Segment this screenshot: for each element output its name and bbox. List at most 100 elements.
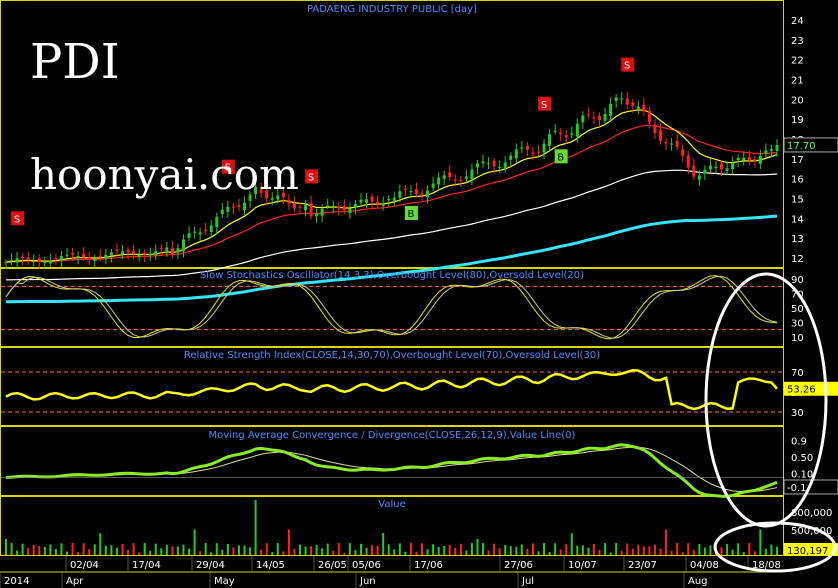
candle-body <box>575 123 579 137</box>
signal-label: B <box>557 152 564 163</box>
volume-bar <box>498 548 501 555</box>
volume-bar <box>509 546 512 555</box>
x-month-label: Apr <box>66 576 84 587</box>
volume-bar <box>470 543 473 555</box>
x-date-label: 17/06 <box>414 560 443 571</box>
volume-bar <box>43 546 46 555</box>
x-date-label: 17/04 <box>132 560 161 571</box>
macd-title: Moving Average Convergence / Divergence(… <box>209 430 576 441</box>
volume-bar <box>398 543 401 555</box>
candle-body <box>609 103 613 116</box>
candle-body <box>32 261 36 263</box>
candle-body <box>581 115 585 123</box>
volume-bar <box>232 547 235 555</box>
candle-body <box>520 147 524 149</box>
candle-body <box>681 149 685 156</box>
candle-body <box>215 216 219 228</box>
candle-body <box>82 253 86 258</box>
volume-bar <box>493 543 496 555</box>
x-month-label: May <box>214 576 235 587</box>
volume-bar <box>121 543 124 555</box>
candle-body <box>758 155 762 164</box>
volume-bar <box>570 533 573 555</box>
x-date-label: 26/05 <box>318 560 347 571</box>
chart-window: SSSBSBS2423222120191817161514131217.70PA… <box>0 0 838 588</box>
volume-bar <box>692 549 695 555</box>
candle-body <box>365 199 369 203</box>
volume-bar <box>737 543 740 555</box>
volume-bar <box>71 543 74 555</box>
price-tick-label: 19 <box>791 115 804 126</box>
volume-bar <box>770 544 773 555</box>
volume-bar <box>742 552 745 555</box>
volume-bar <box>21 543 24 555</box>
volume-bar <box>726 544 729 555</box>
candle-body <box>209 225 213 233</box>
candle-body <box>198 232 202 235</box>
candle-body <box>636 106 640 109</box>
candle-body <box>647 110 651 122</box>
volume-bar <box>642 546 645 555</box>
volume-bar <box>359 543 362 555</box>
x-date-label: 02/04 <box>70 560 99 571</box>
price-tick-label: 23 <box>791 36 804 47</box>
candle-body <box>71 252 75 255</box>
volume-bar <box>387 544 390 555</box>
candle-body <box>642 104 646 112</box>
candle-body <box>204 229 208 232</box>
volume-bar <box>343 552 346 555</box>
volume-bar <box>615 543 618 555</box>
candle-body <box>675 140 679 147</box>
candle-body <box>564 134 568 138</box>
candle-body <box>43 262 47 264</box>
candle-body <box>398 191 402 198</box>
macd-tick-label: 0.50 <box>791 453 813 464</box>
candle-body <box>120 251 124 254</box>
volume-bar <box>504 544 507 555</box>
x-date-label: 27/06 <box>504 560 533 571</box>
rsi-line <box>5 368 778 411</box>
volume-bar <box>154 543 157 555</box>
candle-body <box>409 190 413 193</box>
candle-body <box>87 257 91 259</box>
x-month-label: Jul <box>521 576 534 587</box>
candle-body <box>226 206 230 212</box>
candle-body <box>431 183 435 188</box>
candle-body <box>143 252 147 256</box>
candle-body <box>132 250 136 255</box>
candle-body <box>165 247 169 251</box>
volume-bar <box>776 546 778 555</box>
candle-body <box>237 205 241 208</box>
volume-bar <box>88 549 91 555</box>
volume-bar <box>465 550 468 555</box>
candle-body <box>414 189 418 195</box>
candle-body <box>104 254 108 259</box>
rsi-tick-label: 30 <box>791 408 804 419</box>
price-tick-label: 21 <box>791 75 804 86</box>
candle-body <box>348 208 352 214</box>
volume-bar <box>260 549 263 555</box>
volume-bar <box>310 546 313 555</box>
volume-bar <box>576 545 579 555</box>
volume-bar <box>104 545 107 555</box>
volume-bar <box>687 543 690 555</box>
volume-bar <box>326 543 329 555</box>
candle-body <box>531 152 535 155</box>
candle-body <box>37 258 41 263</box>
volume-bar <box>249 547 252 555</box>
volume-bar <box>659 548 662 555</box>
macd-tick-label: 0.10 <box>791 469 813 480</box>
candle-body <box>631 102 635 106</box>
candle-body <box>243 202 247 211</box>
volume-bar <box>620 550 623 555</box>
volume-bar <box>165 544 168 555</box>
volume-bar <box>215 543 218 555</box>
candle-body <box>426 190 430 198</box>
x-date-label: 04/08 <box>690 560 719 571</box>
volume-bar <box>459 543 462 555</box>
candle-body <box>570 133 574 135</box>
volume-bar <box>93 544 96 555</box>
volume-bar <box>454 547 457 555</box>
candle-body <box>326 205 330 207</box>
volume-bar <box>293 548 296 555</box>
